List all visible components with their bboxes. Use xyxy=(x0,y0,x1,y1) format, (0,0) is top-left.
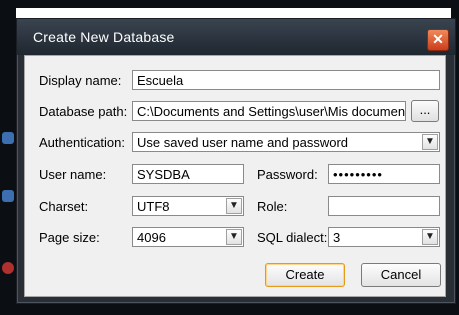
page-size-label: Page size: xyxy=(39,230,100,245)
authentication-value: Use saved user name and password xyxy=(137,135,349,150)
charset-value: UTF8 xyxy=(137,199,170,214)
desktop-icon xyxy=(2,190,14,202)
title-bar: Create New Database ✕ xyxy=(17,19,455,55)
page-size-select[interactable]: 4096 ▼ xyxy=(132,227,244,247)
cancel-button[interactable]: Cancel xyxy=(361,263,441,287)
create-database-dialog: Create New Database ✕ Display name: Escu… xyxy=(16,18,456,304)
desktop-icon xyxy=(2,132,14,144)
authentication-label: Authentication: xyxy=(39,135,126,150)
sql-dialect-value: 3 xyxy=(333,230,341,245)
sql-dialect-select[interactable]: 3 ▼ xyxy=(328,227,440,247)
chevron-down-icon[interactable]: ▼ xyxy=(422,134,438,150)
charset-label: Charset: xyxy=(39,199,89,214)
display-name-input[interactable]: Escuela xyxy=(132,70,440,90)
sql-dialect-label: SQL dialect: xyxy=(257,230,328,245)
create-button[interactable]: Create xyxy=(265,263,345,287)
chevron-down-icon[interactable]: ▼ xyxy=(226,229,242,245)
password-input[interactable]: ••••••••• xyxy=(328,164,440,184)
database-path-input[interactable]: C:\Documents and Settings\user\Mis docum… xyxy=(132,101,406,121)
chevron-down-icon[interactable]: ▼ xyxy=(226,198,242,214)
page-size-value: 4096 xyxy=(137,230,166,245)
display-name-label: Display name: xyxy=(39,73,122,88)
user-name-input[interactable]: SYSDBA xyxy=(132,164,244,184)
user-name-label: User name: xyxy=(39,167,107,182)
charset-select[interactable]: UTF8 ▼ xyxy=(132,196,244,216)
dialog-body: Display name: Escuela Database path: C:\… xyxy=(24,55,446,297)
chevron-down-icon[interactable]: ▼ xyxy=(422,229,438,245)
role-input[interactable] xyxy=(328,196,440,216)
authentication-select[interactable]: Use saved user name and password ▼ xyxy=(132,132,440,152)
role-label: Role: xyxy=(257,199,288,214)
window-title: Create New Database xyxy=(33,29,175,45)
desktop-background-top xyxy=(0,0,459,8)
database-path-label: Database path: xyxy=(39,104,128,119)
browse-button[interactable]: ... xyxy=(411,100,439,122)
password-label: Password: xyxy=(257,167,318,182)
close-icon[interactable]: ✕ xyxy=(427,29,449,51)
desktop-icon xyxy=(2,262,14,274)
